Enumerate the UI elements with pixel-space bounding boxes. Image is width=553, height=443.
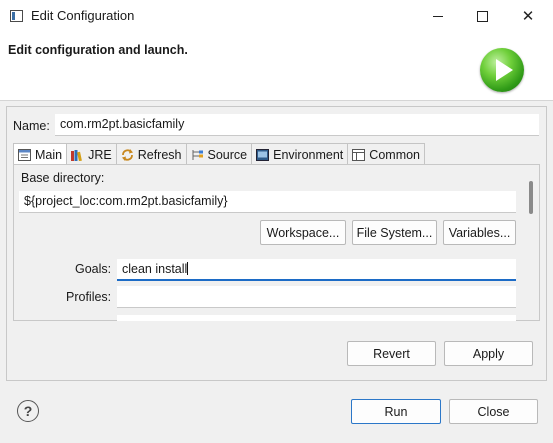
minimize-icon: [433, 15, 443, 17]
tab-main-label: Main: [35, 148, 63, 162]
jre-books-icon: [71, 149, 84, 161]
environment-icon: [256, 148, 270, 161]
maximize-icon: [476, 10, 488, 22]
close-icon: ✕: [521, 7, 535, 25]
workspace-button[interactable]: Workspace...: [260, 220, 346, 245]
eclipse-window-icon: [10, 10, 23, 22]
apply-button[interactable]: Apply: [444, 341, 533, 366]
maximize-button[interactable]: [459, 0, 505, 32]
launch-run-icon: [480, 48, 524, 92]
tab-jre-label: JRE: [88, 147, 112, 162]
scrollbar-thumb[interactable]: [529, 181, 533, 214]
next-field-partial[interactable]: [117, 315, 516, 321]
profiles-field[interactable]: [117, 286, 516, 308]
tab-jre[interactable]: JRE: [67, 143, 117, 165]
tab-environment[interactable]: Environment: [252, 143, 349, 165]
run-button[interactable]: Run: [351, 399, 441, 424]
common-icon: [352, 148, 366, 161]
source-icon: [191, 149, 204, 161]
variables-button[interactable]: Variables...: [443, 220, 516, 245]
profiles-label: Profiles:: [66, 290, 112, 304]
name-field[interactable]: com.rm2pt.basicfamily: [55, 114, 539, 136]
goals-field[interactable]: clean install: [117, 259, 516, 281]
revert-button[interactable]: Revert: [347, 341, 436, 366]
window-title: Edit Configuration: [31, 8, 135, 23]
tab-refresh[interactable]: Refresh: [116, 143, 187, 165]
dialog-heading: Edit configuration and launch.: [8, 43, 188, 57]
tab-main[interactable]: Main: [13, 143, 68, 166]
goals-label: Goals:: [75, 262, 112, 276]
close-window-button[interactable]: ✕: [505, 0, 551, 32]
file-system-button[interactable]: File System...: [352, 220, 437, 245]
goals-value: clean install: [122, 262, 188, 276]
tab-common-label: Common: [369, 147, 421, 162]
text-caret: [187, 262, 189, 275]
tab-source[interactable]: Source: [186, 143, 253, 165]
refresh-icon: [121, 148, 134, 161]
tab-source-label: Source: [207, 147, 248, 162]
tab-environment-label: Environment: [273, 147, 344, 162]
base-directory-label: Base directory:: [21, 171, 105, 185]
close-button[interactable]: Close: [449, 399, 538, 424]
minimize-button[interactable]: [415, 0, 461, 32]
tab-common[interactable]: Common: [348, 143, 426, 165]
tab-bar: Main JRE Refresh Source Environment Comm…: [13, 143, 426, 166]
base-directory-field[interactable]: ${project_loc:com.rm2pt.basicfamily}: [19, 191, 516, 213]
main-tab-icon: [18, 149, 31, 161]
name-label: Name:: [13, 119, 50, 133]
help-icon[interactable]: ?: [17, 400, 39, 422]
tab-refresh-label: Refresh: [137, 147, 182, 162]
